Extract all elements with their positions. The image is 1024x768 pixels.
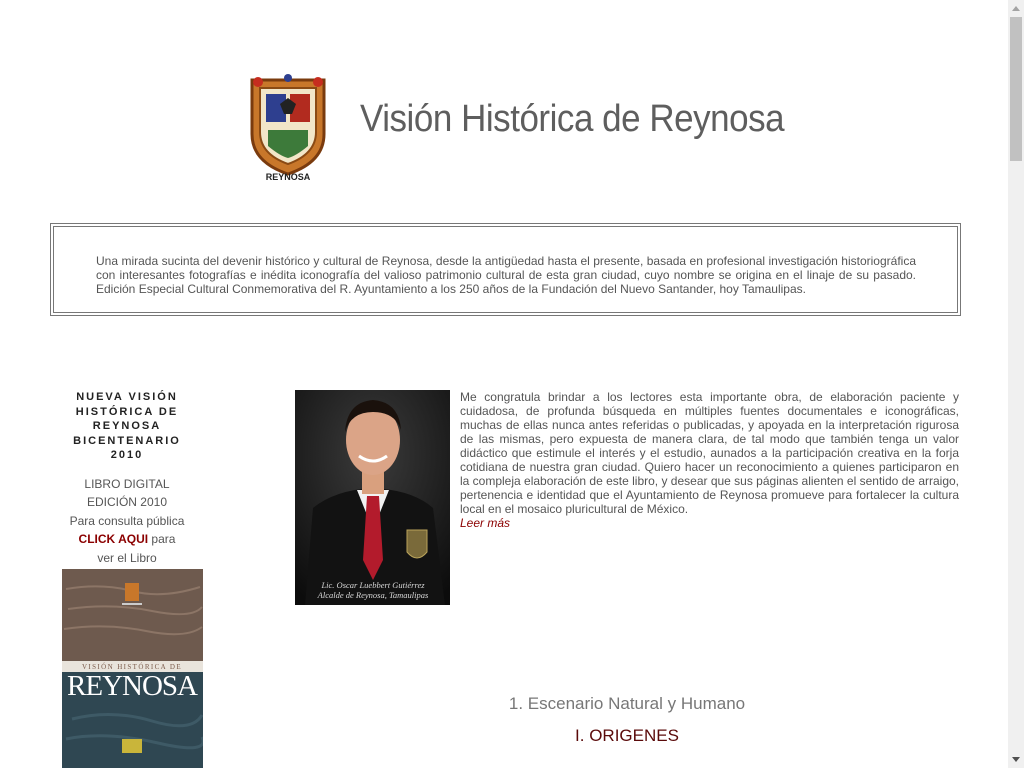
logo-caption: REYNOSA <box>266 172 311 182</box>
reynosa-coat-of-arms-logo: REYNOSA <box>250 74 326 182</box>
sidebar-line-digital-book: LIBRO DIGITAL <box>84 476 170 491</box>
sidebar: NUEVA VISIÓN HISTÓRICA DE REYNOSA BICENT… <box>62 390 192 567</box>
arrow-down-icon <box>1012 757 1020 762</box>
click-suffix: para <box>148 532 176 547</box>
intro-box: Una mirada sucinta del devenir histórico… <box>50 223 961 316</box>
photo-caption-name: Lic. Oscar Luebbert Gutiérrez <box>320 580 425 590</box>
sidebar-line-edition: EDICIÓN 2010 <box>86 495 168 510</box>
click-here-link[interactable]: CLICK AQUI <box>79 532 149 546</box>
scroll-down-button[interactable] <box>1008 751 1024 768</box>
vertical-scrollbar[interactable] <box>1008 0 1024 768</box>
book-cover-image[interactable]: VISIÓN HISTÓRICA DE REYNOSA <box>62 569 203 768</box>
scroll-up-button[interactable] <box>1008 0 1024 17</box>
read-more-link[interactable]: Leer más <box>460 516 510 530</box>
intro-text: Una mirada sucinta del devenir histórico… <box>53 226 958 313</box>
mayor-message-text: Me congratula brindar a los lectores est… <box>460 390 959 516</box>
mayor-message: Me congratula brindar a los lectores est… <box>460 390 959 530</box>
section-origenes-link[interactable]: I. ORIGENES <box>295 726 959 746</box>
sidebar-heading: NUEVA VISIÓN HISTÓRICA DE REYNOSA BICENT… <box>73 391 181 461</box>
scroll-thumb[interactable] <box>1010 17 1022 161</box>
sidebar-line-view-book: ver el Libro <box>97 550 157 565</box>
sidebar-line-public: Para consulta pública <box>69 513 185 528</box>
site-title: Visión Histórica de Reynosa <box>360 98 785 140</box>
arrow-up-icon <box>1012 6 1020 11</box>
photo-caption-title: Alcalde de Reynosa, Tamaulipas <box>317 590 429 600</box>
mayor-photo: Lic. Oscar Luebbert Gutiérrez Alcalde de… <box>295 390 450 605</box>
page: REYNOSA Visión Histórica de Reynosa Una … <box>0 0 1008 768</box>
sidebar-click-line: CLICK AQUI para <box>62 530 192 549</box>
book-cover-big-title: REYNOSA <box>67 670 198 702</box>
section-escenario-natural-link[interactable]: 1. Escenario Natural y Humano <box>295 694 959 714</box>
